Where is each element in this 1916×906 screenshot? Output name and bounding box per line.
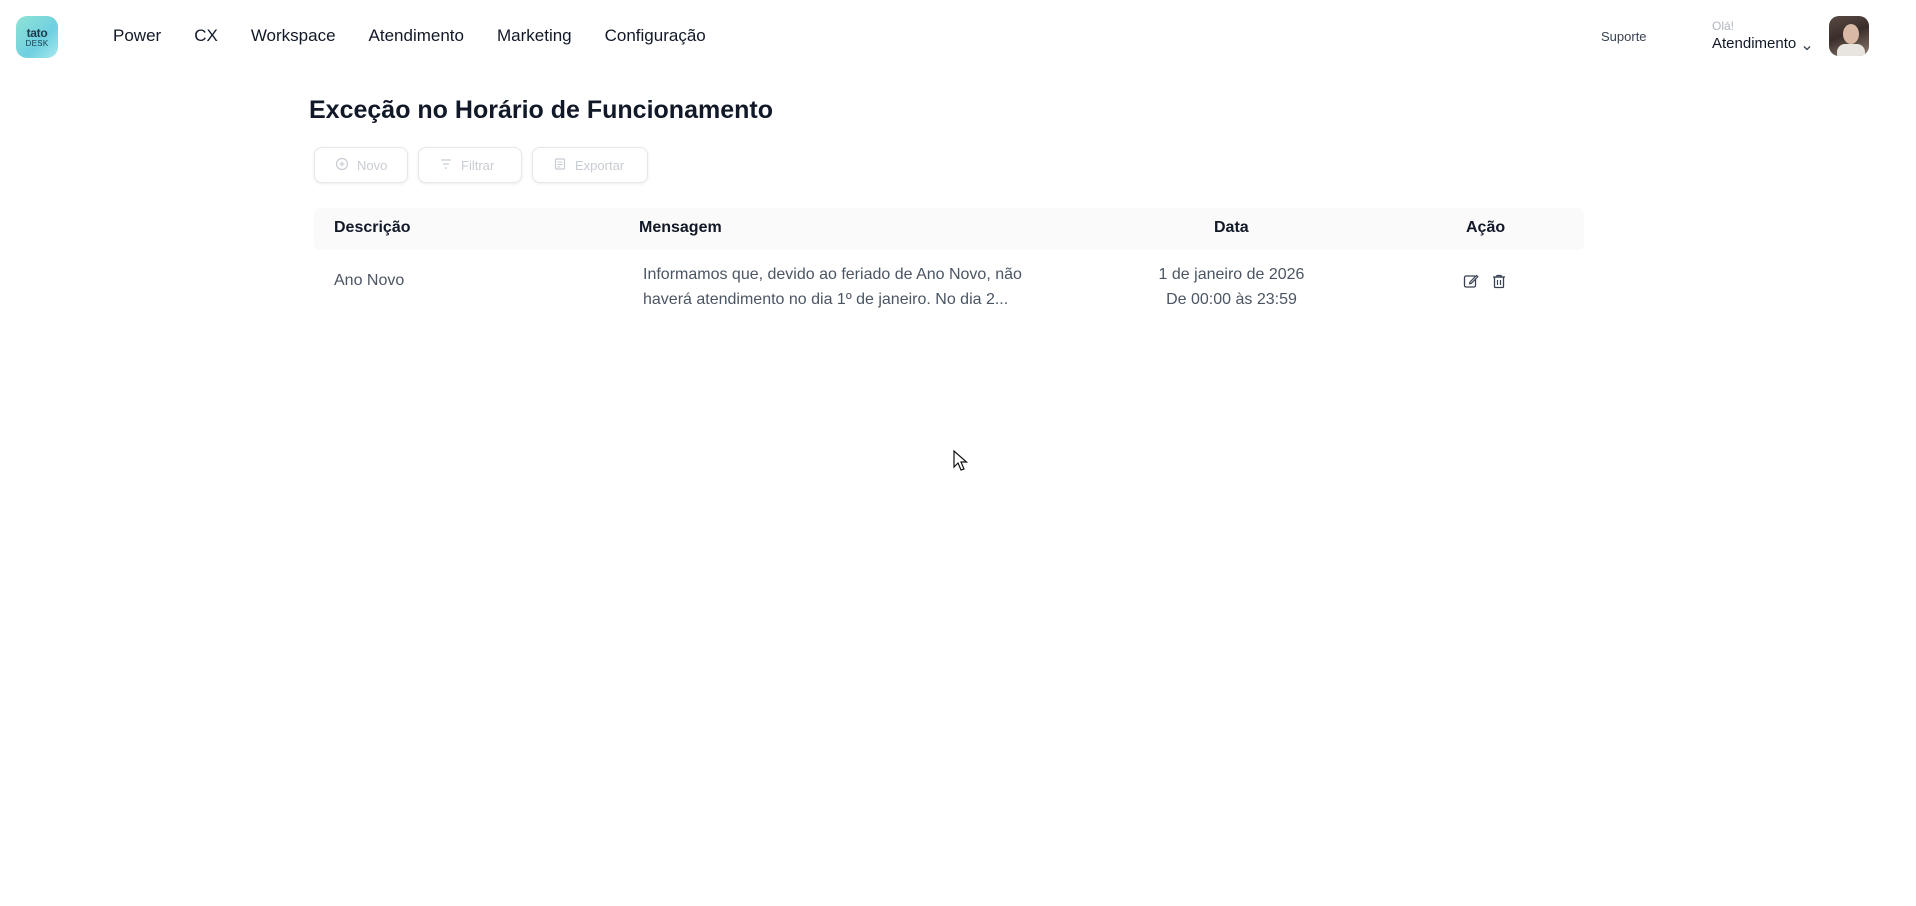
row-actions: [1462, 272, 1508, 290]
export-button[interactable]: Exportar: [532, 147, 648, 183]
avatar-shoulders: [1837, 44, 1865, 56]
org-name: Atendimento: [1712, 35, 1797, 52]
main-menu: Power CX Workspace Atendimento Marketing…: [113, 26, 739, 46]
row-message-line: haverá atendimento no dia 1º de janeiro.…: [643, 291, 1009, 308]
page-title: Exceção no Horário de Funcionamento: [309, 96, 773, 124]
nav-item-configuracao[interactable]: Configuração: [605, 26, 706, 46]
table-header: Descrição Mensagem Data Ação: [314, 208, 1584, 250]
trash-icon[interactable]: [1490, 272, 1508, 290]
row-date: 1 de janeiro de 2026 De 00:00 às 23:59: [1149, 262, 1314, 312]
greeting-label: Olá!: [1712, 19, 1735, 33]
row-description: Ano Novo: [334, 272, 405, 289]
mouse-pointer-icon: [953, 450, 969, 471]
row-message-line: Informamos que, devido ao feriado de Ano…: [643, 266, 1022, 283]
filter-button-label: Filtrar: [461, 157, 495, 173]
table-row[interactable]: Ano Novo Informamos que, devido ao feria…: [314, 250, 1584, 314]
nav-item-cx[interactable]: CX: [194, 26, 218, 46]
nav-item-marketing[interactable]: Marketing: [497, 26, 572, 46]
support-link[interactable]: Suporte: [1601, 29, 1647, 44]
table-toolbar: Novo Filtrar Exportar: [314, 147, 648, 183]
chevron-down-icon: [1802, 39, 1812, 51]
nav-item-workspace[interactable]: Workspace: [251, 26, 336, 46]
avatar-face: [1843, 24, 1859, 44]
filter-button[interactable]: Filtrar: [418, 147, 522, 183]
column-header-date[interactable]: Data: [1214, 219, 1249, 237]
filter-icon: [439, 157, 453, 174]
new-button[interactable]: Novo: [314, 147, 408, 183]
column-header-message[interactable]: Mensagem: [639, 219, 722, 237]
user-avatar[interactable]: [1829, 16, 1869, 56]
organization-selector[interactable]: Olá! Atendimento: [1712, 18, 1812, 54]
row-message: Informamos que, devido ao feriado de Ano…: [643, 262, 1022, 312]
column-header-action: Ação: [1466, 219, 1506, 236]
row-date-time-range: De 00:00 às 23:59: [1166, 291, 1297, 308]
export-button-label: Exportar: [575, 157, 625, 173]
org-selector-row: Atendimento: [1712, 34, 1812, 54]
app-logo[interactable]: tato DESK: [16, 16, 58, 58]
nav-item-atendimento[interactable]: Atendimento: [369, 26, 464, 46]
exceptions-table: Descrição Mensagem Data Ação Ano Novo In…: [314, 208, 1584, 314]
column-header-description[interactable]: Descrição: [334, 219, 411, 237]
row-date-day: 1 de janeiro de 2026: [1158, 266, 1305, 283]
edit-icon[interactable]: [1462, 272, 1480, 290]
logo-text-primary: tato: [26, 25, 48, 40]
nav-item-power[interactable]: Power: [113, 26, 161, 46]
top-navigation-bar: tato DESK Power CX Workspace Atendimento…: [0, 0, 1916, 74]
plus-circle-icon: [335, 157, 349, 174]
new-button-label: Novo: [357, 157, 388, 173]
logo-text-secondary: DESK: [25, 38, 49, 48]
export-icon: [553, 157, 567, 174]
